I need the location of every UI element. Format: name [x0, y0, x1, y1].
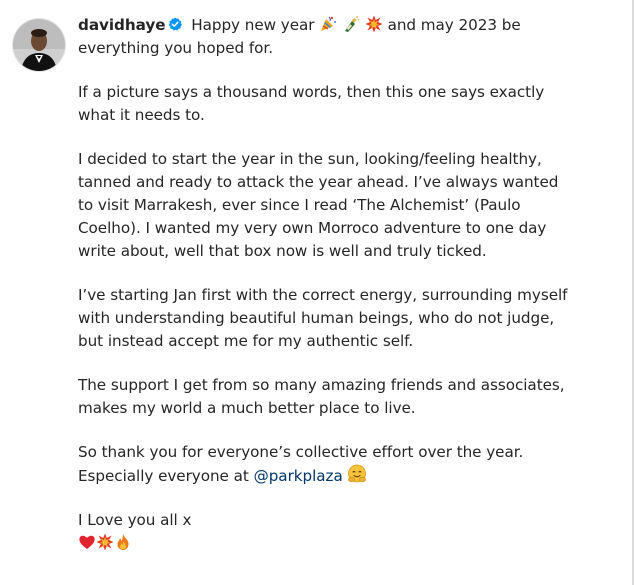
party-popper-icon — [319, 15, 337, 33]
verified-badge-icon — [168, 15, 183, 31]
caption-paragraph-1: davidhaye Happy new year and may 2023 be… — [78, 14, 568, 60]
fire-icon — [114, 533, 132, 551]
smiling-face-with-hands-icon — [347, 464, 367, 484]
caption-paragraph-7: I Love you all x — [78, 509, 568, 555]
avatar[interactable] — [12, 18, 66, 72]
champagne-bottle-icon — [342, 15, 360, 33]
username-link[interactable]: davidhaye — [78, 16, 166, 34]
collision-icon — [96, 533, 114, 551]
especially-text: Especially everyone at — [78, 467, 249, 485]
post-caption-panel: davidhaye Happy new year and may 2023 be… — [0, 0, 634, 585]
love-text: I Love you all x — [78, 511, 192, 529]
thanks-text: So thank you for everyone’s collective e… — [78, 443, 524, 461]
caption-paragraph-4: I’ve starting Jan first with the correct… — [78, 286, 568, 350]
collision-icon — [365, 15, 383, 33]
caption-text: davidhaye Happy new year and may 2023 be… — [78, 14, 568, 555]
caption-paragraph-5: The support I get from so many amazing f… — [78, 376, 565, 417]
caption-paragraph-6: So thank you for everyone’s collective e… — [78, 441, 568, 488]
red-heart-icon — [78, 533, 96, 551]
caption-paragraph-2: If a picture says a thousand words, then… — [78, 83, 545, 124]
greeting-text: Happy new year — [191, 16, 315, 34]
mention-link[interactable]: @parkplaza — [254, 467, 343, 485]
caption-paragraph-3: I decided to start the year in the sun, … — [78, 150, 559, 260]
